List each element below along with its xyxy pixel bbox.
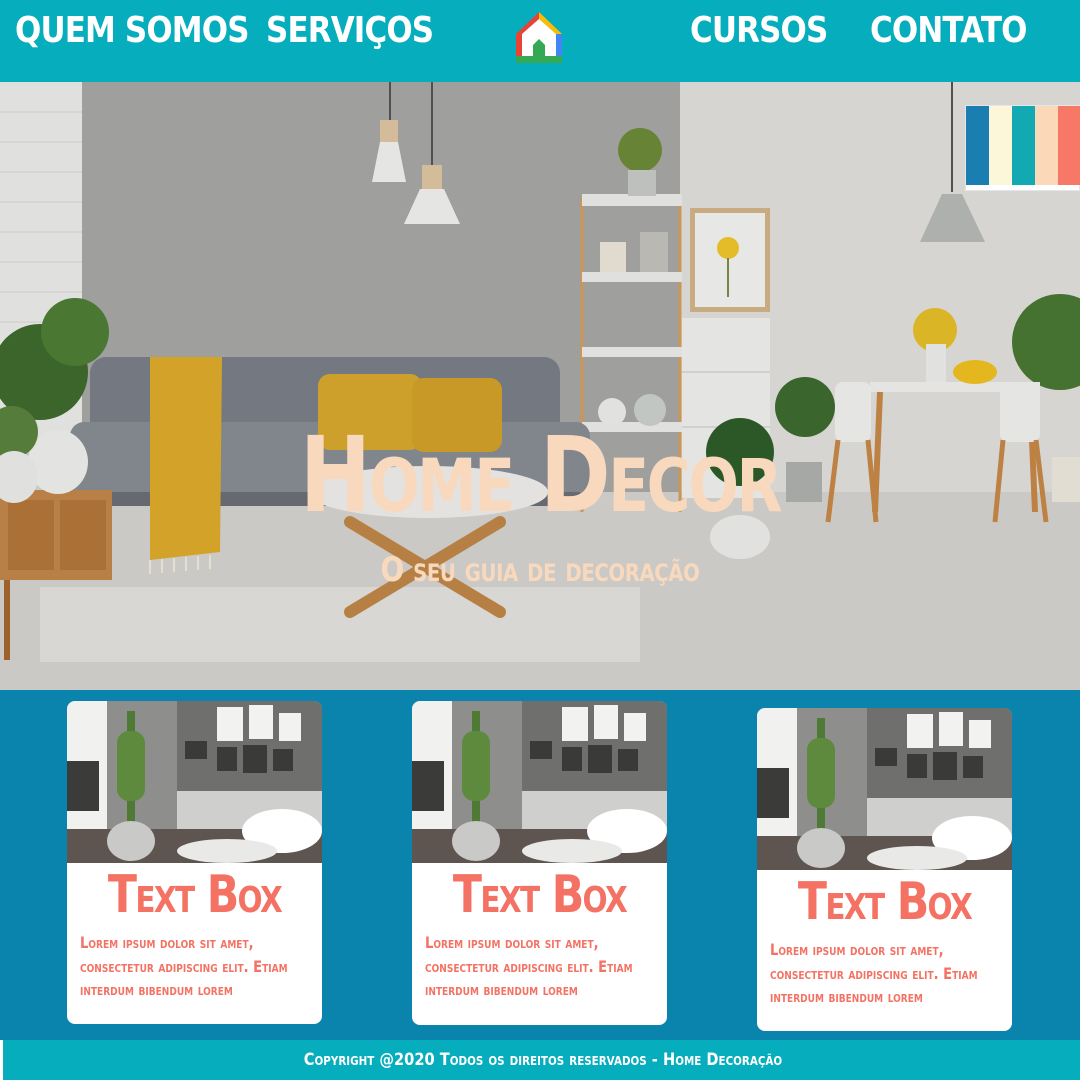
- nav-item-contato[interactable]: CONTATO: [870, 8, 1028, 54]
- text-box-card[interactable]: Text Box Lorem ipsum dolor sit amet, con…: [412, 701, 667, 1025]
- card-text: Lorem ipsum dolor sit amet, consectetur …: [80, 933, 288, 999]
- palette-color-3: [1035, 106, 1058, 185]
- palette-color-0: [966, 106, 989, 185]
- nav-item-cursos[interactable]: CURSOS: [690, 8, 828, 54]
- card-room-photo: [412, 701, 667, 863]
- hero-banner: Home Decor O seu guia de decoração: [0, 82, 1080, 690]
- hero-subtitle: O seu guia de decoração: [380, 550, 700, 590]
- cards-section: Text Box Lorem ipsum dolor sit amet, con…: [0, 690, 1080, 1040]
- card-title: Text Box: [797, 872, 973, 932]
- hero-title: Home Decor: [299, 414, 783, 536]
- text-box-card[interactable]: Text Box Lorem ipsum dolor sit amet, con…: [67, 701, 322, 1024]
- palette-color-2: [1012, 106, 1035, 185]
- card-title: Text Box: [107, 865, 283, 925]
- nav-item-quem-somos[interactable]: QUEM SOMOS: [15, 8, 249, 54]
- copyright-text: Copyright @2020 Todos os direitos reserv…: [303, 1050, 783, 1070]
- card-text: Lorem ipsum dolor sit amet, consectetur …: [770, 940, 978, 1006]
- top-navigation: QUEM SOMOS SERVIÇOS CURSOS CONTATO: [0, 0, 1080, 82]
- card-text: Lorem ipsum dolor sit amet, consectetur …: [425, 933, 633, 999]
- card-title: Text Box: [452, 865, 628, 925]
- palette-color-4: [1058, 106, 1080, 185]
- color-palette-swatch: [965, 105, 1080, 191]
- nav-item-servicos[interactable]: SERVIÇOS: [266, 8, 434, 54]
- palette-color-1: [989, 106, 1012, 185]
- text-box-card[interactable]: Text Box Lorem ipsum dolor sit amet, con…: [757, 708, 1012, 1031]
- card-room-photo: [67, 701, 322, 863]
- living-room-photo: [0, 82, 1080, 690]
- footer: Copyright @2020 Todos os direitos reserv…: [0, 1040, 1080, 1080]
- house-icon[interactable]: [513, 11, 565, 63]
- card-room-photo: [757, 708, 1012, 870]
